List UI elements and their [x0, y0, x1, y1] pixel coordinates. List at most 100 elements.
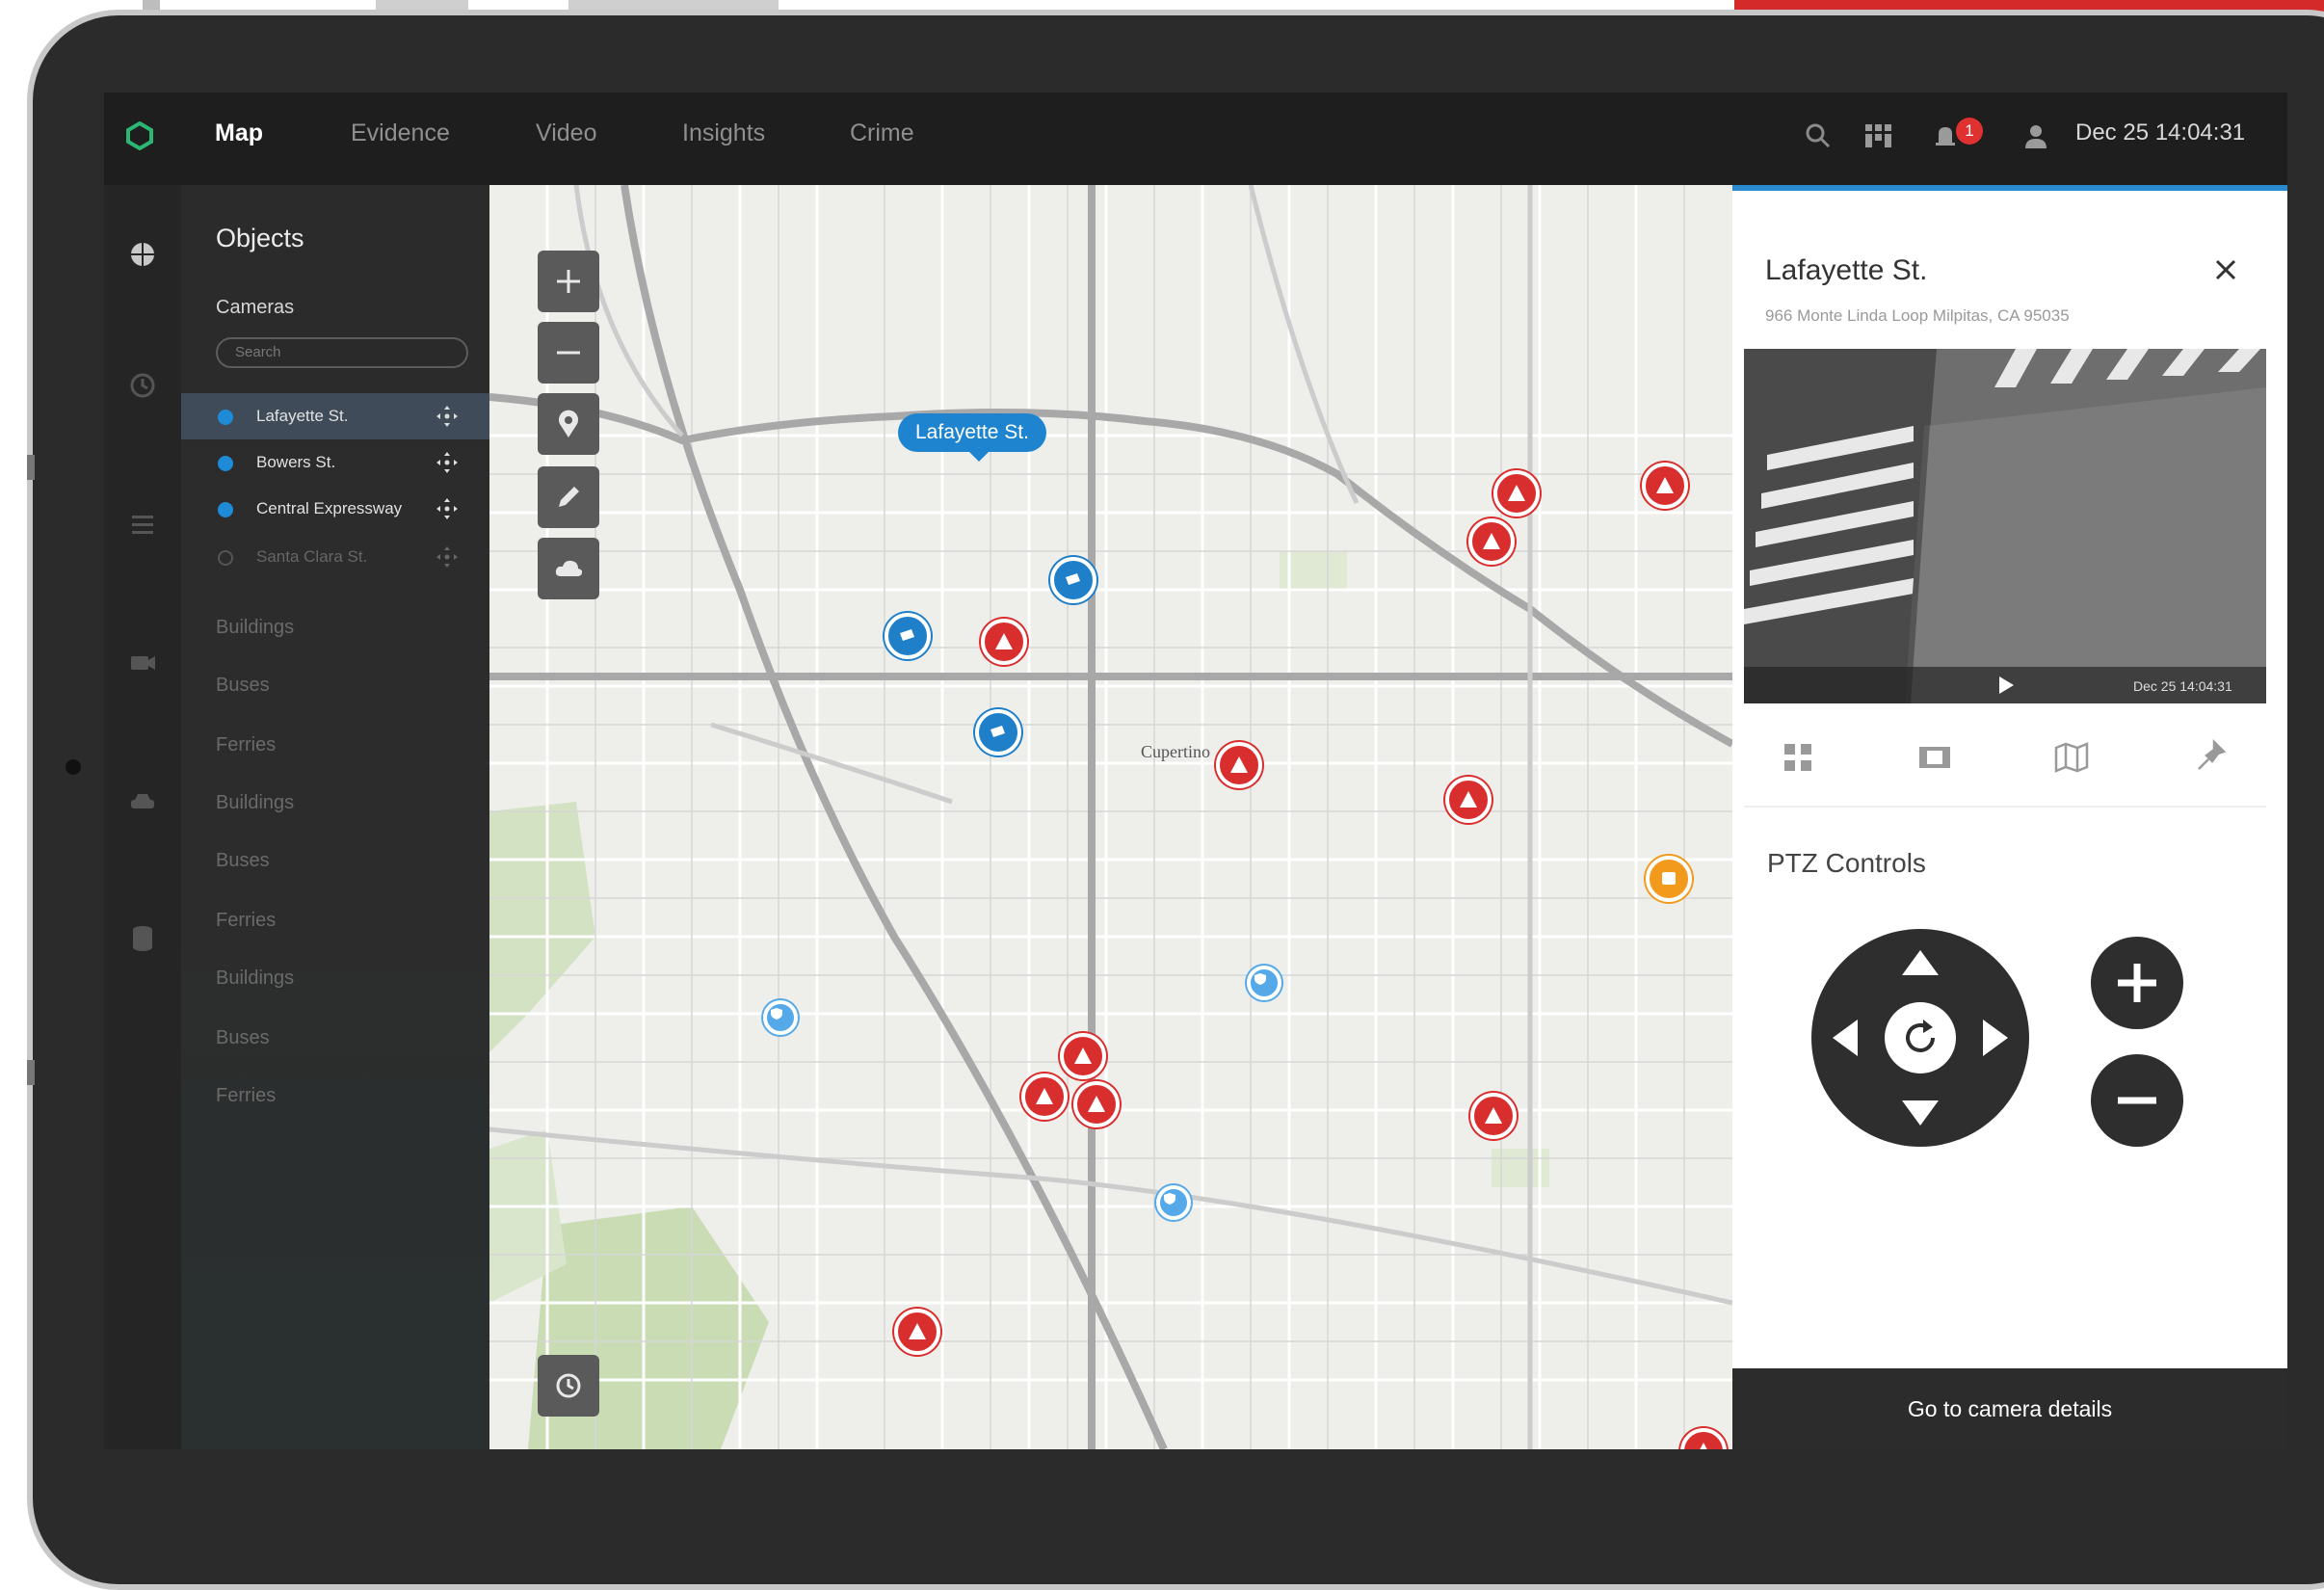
- warning-pin[interactable]: [1646, 856, 1692, 902]
- ptz-reset-button[interactable]: [1885, 1002, 1956, 1073]
- plus-icon: [557, 270, 580, 293]
- police-pin[interactable]: [1156, 1185, 1191, 1220]
- draw-button[interactable]: [538, 466, 599, 528]
- tablet-side-button: [27, 455, 35, 480]
- pan-down-arrow[interactable]: [1902, 1100, 1939, 1126]
- objects-panel: Objects Cameras Search Lafayette St. Bow…: [181, 185, 489, 1449]
- category-buildings[interactable]: Buildings: [216, 967, 294, 990]
- icon-rail: [104, 185, 181, 1449]
- category-buses[interactable]: Buses: [216, 675, 270, 697]
- incident-pin[interactable]: [1445, 777, 1492, 823]
- map-view[interactable]: Cupertino Lafayette St.: [489, 185, 1732, 1449]
- camera-icon: [900, 629, 914, 641]
- search-icon[interactable]: [1800, 118, 1836, 154]
- incident-pin[interactable]: [894, 1309, 940, 1355]
- drop-pin-button[interactable]: [538, 393, 599, 455]
- camera-search-input[interactable]: Search: [216, 337, 468, 368]
- incident-pin[interactable]: [1073, 1081, 1120, 1127]
- camera-row-santa-clara[interactable]: Santa Clara St.: [181, 534, 489, 580]
- category-buses[interactable]: Buses: [216, 1027, 270, 1049]
- ptz-joystick[interactable]: [1811, 929, 2029, 1147]
- details-accent-bar: [1732, 185, 2287, 191]
- nav-tab-video[interactable]: Video: [536, 119, 597, 147]
- current-datetime: Dec 25 14:04:31: [2075, 119, 2246, 146]
- pan-right-arrow[interactable]: [1983, 1020, 2008, 1056]
- locate-icon[interactable]: [436, 497, 459, 520]
- film-icon[interactable]: [1914, 736, 1956, 779]
- camera-callout[interactable]: Lafayette St.: [898, 413, 1046, 462]
- incident-pin[interactable]: [1470, 1093, 1517, 1139]
- video-camera-icon[interactable]: [121, 642, 164, 684]
- police-pin[interactable]: [763, 1000, 798, 1035]
- map-roads: [489, 185, 1732, 1449]
- incident-pin[interactable]: [1468, 518, 1515, 565]
- top-nav: Map Evidence Video Insights Crime 1 Dec …: [104, 93, 2287, 185]
- category-ferries[interactable]: Ferries: [216, 910, 276, 932]
- locate-icon[interactable]: [436, 545, 459, 569]
- incident-pin[interactable]: [1060, 1033, 1106, 1079]
- alert-icon: [1088, 1096, 1105, 1112]
- pan-left-arrow[interactable]: [1833, 1020, 1858, 1056]
- map-icon[interactable]: [2050, 736, 2093, 779]
- shield-icon: [1254, 973, 1266, 985]
- zoom-out-button[interactable]: [538, 322, 599, 384]
- category-buses[interactable]: Buses: [216, 850, 270, 872]
- camera-details-panel: Lafayette St. 966 Monte Linda Loop Milpi…: [1732, 185, 2287, 1449]
- incident-pin[interactable]: [1216, 742, 1262, 788]
- camera-pin[interactable]: [975, 709, 1021, 755]
- minus-icon: [2118, 1097, 2156, 1104]
- camera-row-lafayette[interactable]: Lafayette St.: [181, 393, 489, 439]
- category-ferries[interactable]: Ferries: [216, 734, 276, 756]
- cloud-icon: [555, 560, 583, 576]
- category-buildings[interactable]: Buildings: [216, 617, 294, 639]
- alert-icon: [1508, 485, 1525, 501]
- ptz-title: PTZ Controls: [1767, 848, 1926, 878]
- locate-icon[interactable]: [436, 451, 459, 474]
- list-icon[interactable]: [121, 503, 164, 545]
- incident-pin[interactable]: [1021, 1073, 1068, 1120]
- police-pin[interactable]: [1247, 966, 1281, 1000]
- globe-icon[interactable]: [121, 233, 164, 276]
- camera-pin[interactable]: [885, 613, 931, 659]
- tablet-side-button: [27, 1060, 35, 1085]
- clock-icon: [556, 1373, 581, 1398]
- history-button[interactable]: [538, 1355, 599, 1417]
- weather-layer-button[interactable]: [538, 538, 599, 599]
- details-address: 966 Monte Linda Loop Milpitas, CA 95035: [1765, 306, 2070, 325]
- zoom-in-button[interactable]: [538, 251, 599, 312]
- minus-icon: [557, 351, 580, 355]
- category-buildings[interactable]: Buildings: [216, 792, 294, 814]
- clock-icon[interactable]: [121, 364, 164, 407]
- go-to-camera-details-button[interactable]: Go to camera details: [1732, 1368, 2287, 1449]
- locate-icon[interactable]: [436, 405, 459, 428]
- incident-pin[interactable]: [1493, 470, 1540, 517]
- camera-pin[interactable]: [1050, 557, 1096, 603]
- ptz-zoom-in-button[interactable]: [2091, 937, 2183, 1029]
- alert-count-badge: 1: [1956, 118, 1983, 145]
- nav-tab-map[interactable]: Map: [215, 119, 263, 147]
- grid-view-icon[interactable]: [1777, 736, 1819, 779]
- app-screen: Map Evidence Video Insights Crime 1 Dec …: [104, 93, 2287, 1449]
- grid-layout-icon[interactable]: [1860, 118, 1896, 154]
- category-ferries[interactable]: Ferries: [216, 1085, 276, 1107]
- ptz-zoom-out-button[interactable]: [2091, 1054, 2183, 1147]
- incident-pin[interactable]: [1642, 463, 1688, 509]
- nav-tab-insights[interactable]: Insights: [682, 119, 765, 147]
- alert-icon: [909, 1323, 926, 1339]
- nav-tab-crime[interactable]: Crime: [850, 119, 914, 147]
- pin-icon[interactable]: [2189, 736, 2232, 779]
- map-pin-icon: [559, 410, 578, 437]
- camera-row-bowers[interactable]: Bowers St.: [181, 439, 489, 486]
- nav-tab-evidence[interactable]: Evidence: [351, 119, 450, 147]
- database-icon[interactable]: [121, 917, 164, 960]
- details-title: Lafayette St.: [1765, 254, 1928, 286]
- incident-pin[interactable]: [981, 619, 1027, 665]
- camera-row-central-expressway[interactable]: Central Expressway: [181, 486, 489, 532]
- pan-up-arrow[interactable]: [1902, 950, 1939, 975]
- camera-video-feed[interactable]: Dec 25 14:04:31: [1744, 349, 2266, 703]
- close-icon[interactable]: [2206, 251, 2245, 289]
- map-city-label: Cupertino: [1141, 742, 1210, 761]
- user-icon[interactable]: [2018, 118, 2054, 154]
- car-icon[interactable]: [121, 781, 164, 823]
- play-icon[interactable]: [1999, 676, 2014, 694]
